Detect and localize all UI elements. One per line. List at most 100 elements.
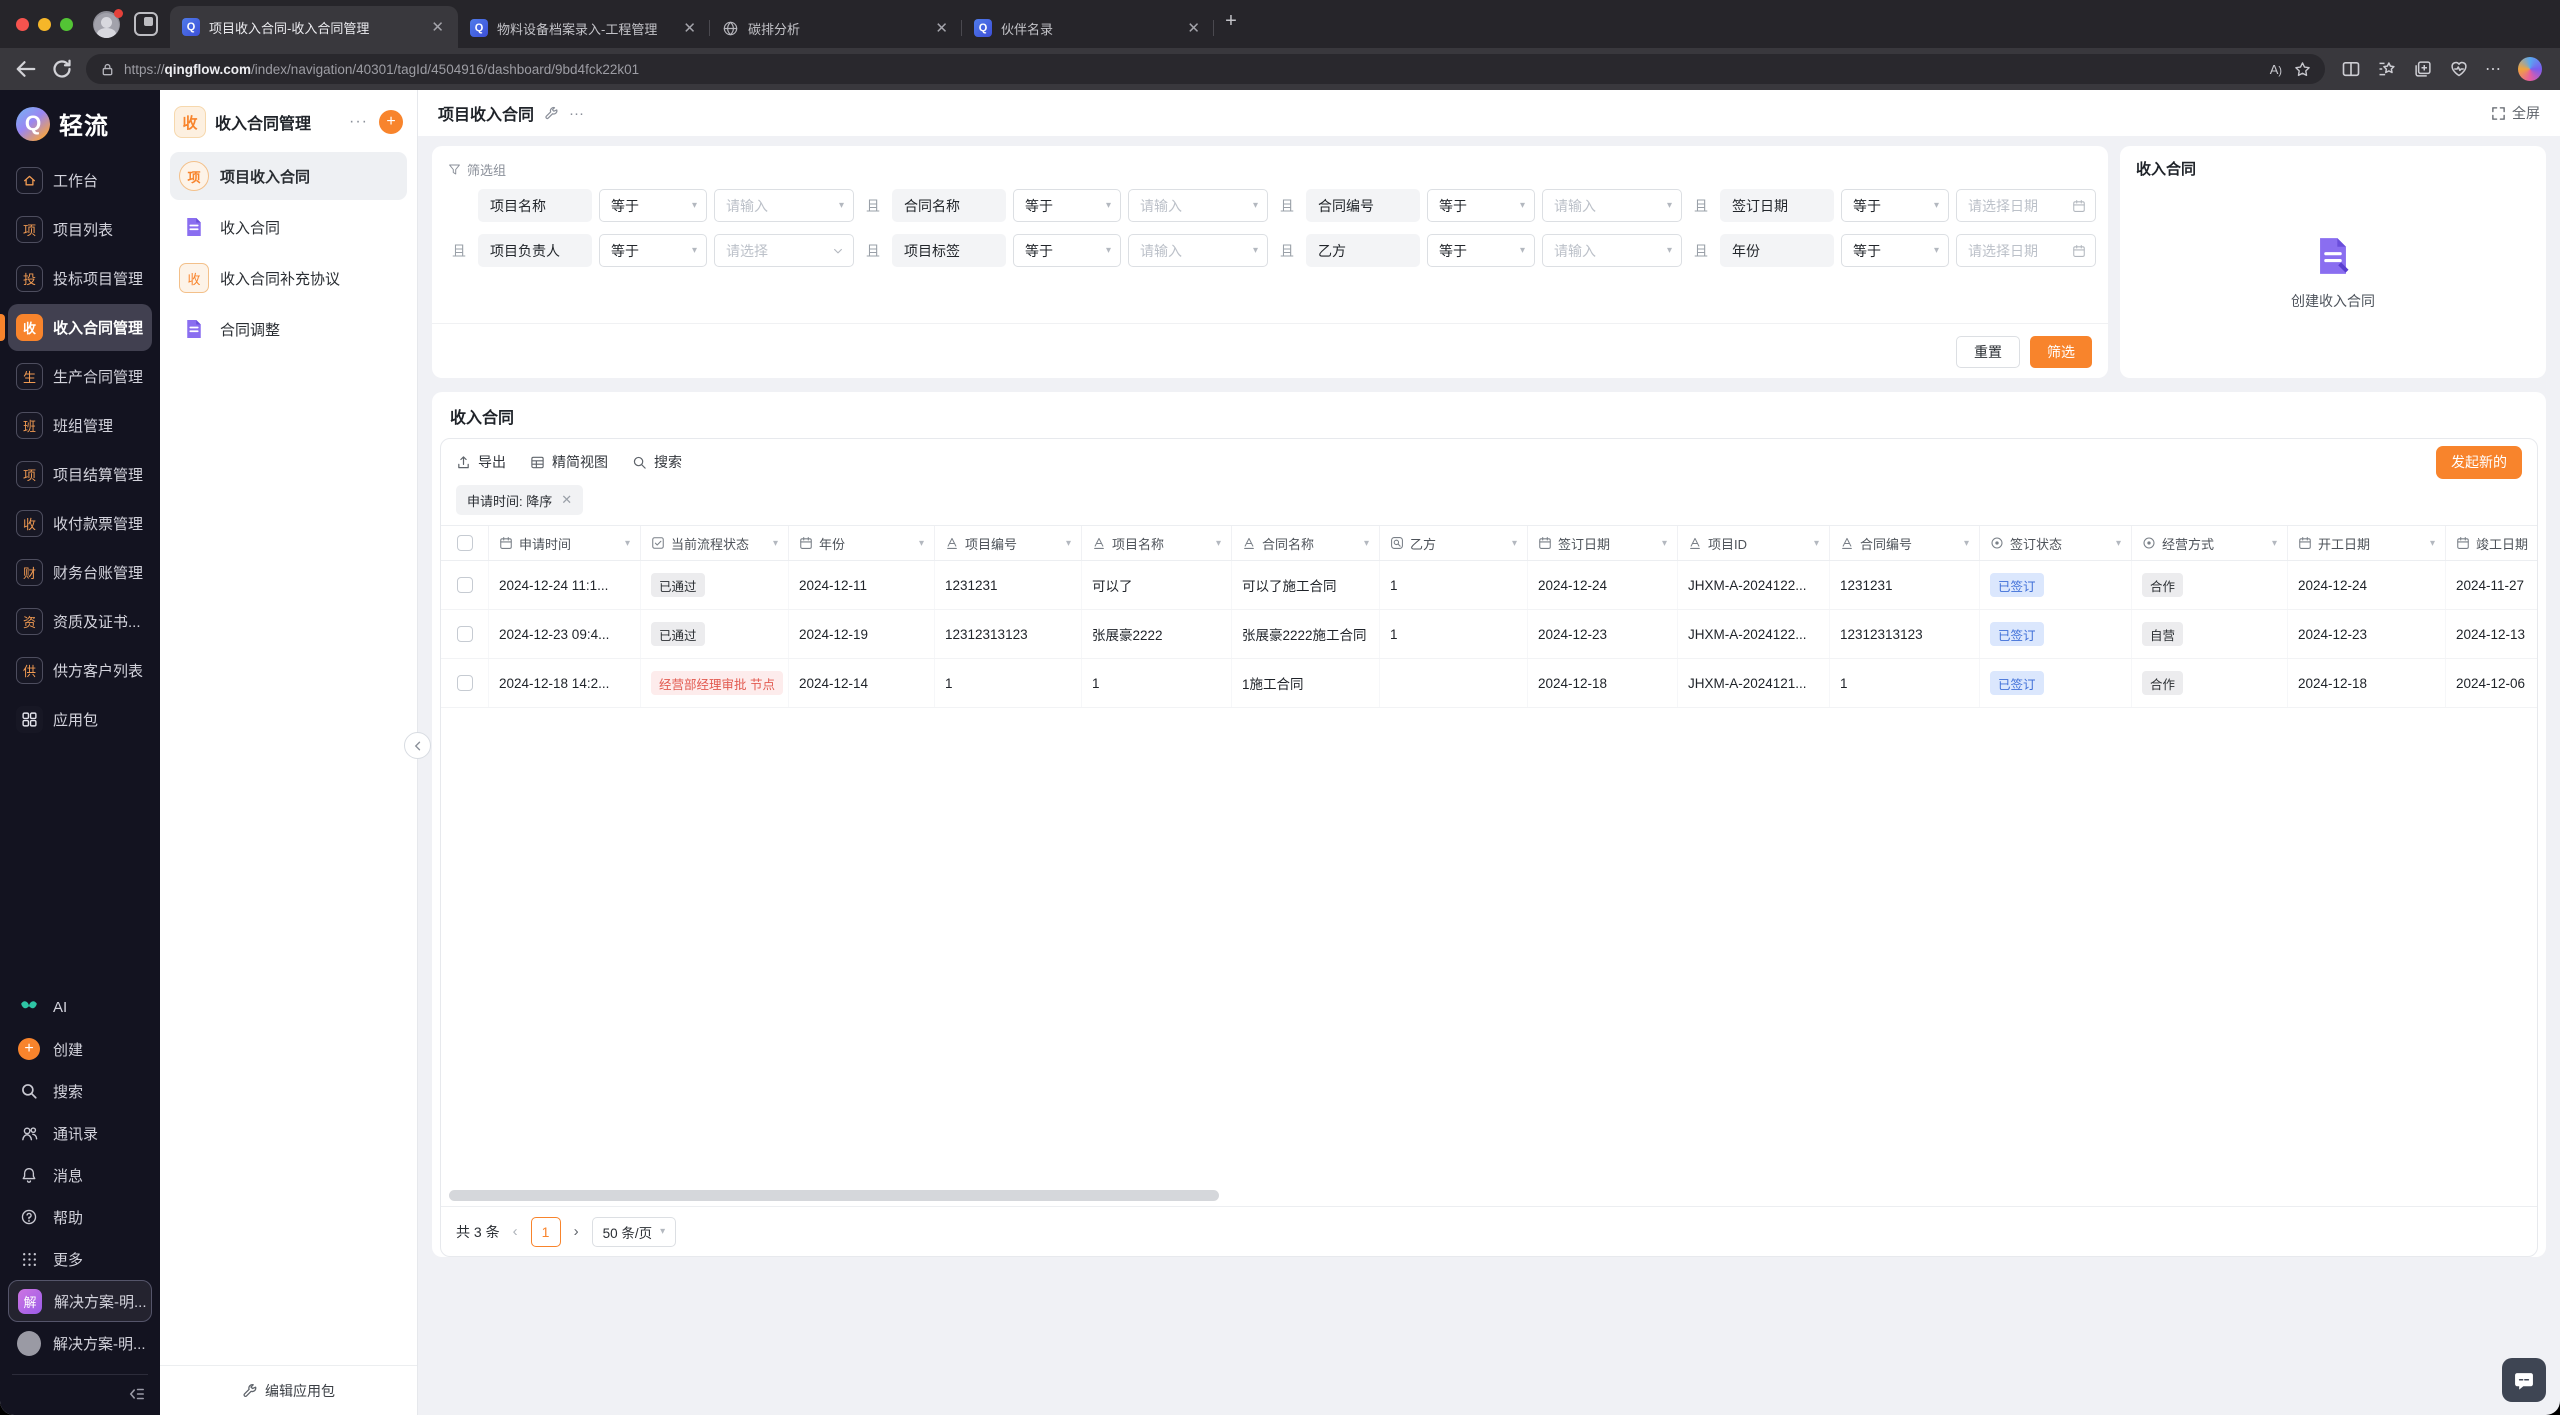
sidebar-footer-item-2[interactable]: 搜索 [8, 1070, 152, 1112]
browser-tab-2[interactable]: 碳排分析✕ [710, 8, 962, 48]
filter-operator-select[interactable]: 等于▾ [1013, 189, 1121, 222]
chat-widget-button[interactable] [2502, 1358, 2546, 1402]
column-header-13[interactable]: 竣工日期▾ [2446, 526, 2537, 560]
sidebar-item-2[interactable]: 投投标项目管理 [8, 255, 152, 302]
column-header-3[interactable]: 项目编号▾ [935, 526, 1082, 560]
filter-operator-select[interactable]: 等于▾ [599, 234, 707, 267]
tab-close-icon[interactable]: ✕ [1183, 19, 1204, 37]
browser-tab-3[interactable]: Q伙伴名录✕ [962, 8, 1214, 48]
sidebar-footer-item-0[interactable]: AI [8, 986, 152, 1028]
app-more-icon[interactable]: ··· [347, 113, 370, 131]
browser-tab-0[interactable]: Q项目收入合同-收入合同管理✕ [170, 6, 458, 48]
read-aloud-icon[interactable]: A) [2270, 62, 2282, 77]
filter-value-input[interactable]: 请输入▾ [1542, 189, 1682, 222]
collapse-subnav-button[interactable] [404, 732, 431, 759]
table-row-2[interactable]: 2024-12-18 14:2...经营部经理审批 节点2024-12-1411… [441, 659, 2537, 708]
browser-essentials-icon[interactable] [2449, 59, 2469, 79]
sidebar-footer-item-8[interactable]: 解决方案-明... [8, 1322, 152, 1364]
column-header-1[interactable]: 当前流程状态▾ [641, 526, 789, 560]
row-checkbox[interactable] [457, 626, 473, 642]
filter-operator-select[interactable]: 等于▾ [599, 189, 707, 222]
sidebar-item-10[interactable]: 供供方客户列表 [8, 647, 152, 694]
refresh-icon[interactable] [50, 57, 74, 81]
browser-tab-1[interactable]: Q物料设备档案录入-工程管理✕ [458, 8, 710, 48]
row-checkbox[interactable] [457, 577, 473, 593]
sidebar-item-5[interactable]: 班班组管理 [8, 402, 152, 449]
split-screen-icon[interactable] [2341, 59, 2361, 79]
fullscreen-button[interactable]: 全屏 [2491, 103, 2540, 123]
sidebar-item-11[interactable]: 应用包 [8, 696, 152, 743]
url-bar[interactable]: https://qingflow.com/index/navigation/40… [86, 54, 2325, 84]
subnav-item-2[interactable]: 收收入合同补充协议 [170, 254, 407, 302]
sidebar-item-8[interactable]: 财财务台账管理 [8, 549, 152, 596]
page-number[interactable]: 1 [531, 1217, 561, 1247]
filter-value-input[interactable]: 请输入▾ [1128, 189, 1268, 222]
column-header-11[interactable]: 经营方式▾ [2132, 526, 2288, 560]
zoom-window-button[interactable] [60, 18, 73, 31]
sidebar-item-9[interactable]: 资资质及证书... [8, 598, 152, 645]
sidebar-footer-item-3[interactable]: 通讯录 [8, 1112, 152, 1154]
new-tab-button[interactable]: + [1214, 0, 1248, 42]
column-header-10[interactable]: 签订状态▾ [1980, 526, 2132, 560]
qingflow-logo[interactable]: Q 轻流 [0, 90, 160, 153]
filter-operator-select[interactable]: 等于▾ [1841, 189, 1949, 222]
table-row-1[interactable]: 2024-12-23 09:4...已通过2024-12-19123123131… [441, 610, 2537, 659]
sidebar-item-0[interactable]: 工作台 [8, 157, 152, 204]
sidebar-item-4[interactable]: 生生产合同管理 [8, 353, 152, 400]
sidebar-footer-item-4[interactable]: 消息 [8, 1154, 152, 1196]
back-icon[interactable] [14, 57, 38, 81]
column-header-9[interactable]: 合同编号▾ [1830, 526, 1980, 560]
column-header-5[interactable]: 合同名称▾ [1232, 526, 1380, 560]
tab-close-icon[interactable]: ✕ [427, 18, 448, 36]
export-button[interactable]: 导出 [456, 452, 506, 472]
filter-operator-select[interactable]: 等于▾ [1013, 234, 1121, 267]
close-window-button[interactable] [16, 18, 29, 31]
copilot-icon[interactable] [2518, 57, 2542, 81]
column-header-6[interactable]: 乙方▾ [1380, 526, 1528, 560]
filter-operator-select[interactable]: 等于▾ [1841, 234, 1949, 267]
subnav-item-3[interactable]: 合同调整 [170, 305, 407, 353]
table-row-0[interactable]: 2024-12-24 11:1...已通过2024-12-111231231可以… [441, 561, 2537, 610]
column-header-8[interactable]: 项目ID▾ [1678, 526, 1830, 560]
horizontal-scrollbar[interactable] [449, 1190, 1219, 1201]
filter-value-input[interactable]: 请选择日期 [1956, 234, 2096, 267]
filter-value-input[interactable]: 请输入▾ [1128, 234, 1268, 267]
tab-close-icon[interactable]: ✕ [931, 19, 952, 37]
favorite-star-icon[interactable] [2294, 61, 2311, 78]
subnav-item-1[interactable]: 收入合同 [170, 203, 407, 251]
collapse-sidebar-button[interactable] [12, 1374, 148, 1415]
filter-value-input[interactable]: 请输入▾ [1542, 234, 1682, 267]
remove-sort-icon[interactable]: ✕ [561, 492, 572, 508]
edit-app-package-button[interactable]: 编辑应用包 [160, 1365, 417, 1415]
filter-operator-select[interactable]: 等于▾ [1427, 189, 1535, 222]
sidebar-item-1[interactable]: 项项目列表 [8, 206, 152, 253]
column-header-4[interactable]: 项目名称▾ [1082, 526, 1232, 560]
sidebar-footer-item-6[interactable]: 更多 [8, 1238, 152, 1280]
sidebar-item-3[interactable]: 收收入合同管理 [8, 304, 152, 351]
next-page-icon[interactable]: › [574, 1223, 579, 1240]
page-size-select[interactable]: 50 条/页▾ [592, 1217, 677, 1247]
search-button[interactable]: 搜索 [632, 452, 682, 472]
filter-value-input[interactable]: 请输入▾ [714, 189, 854, 222]
filter-value-input[interactable]: 请选择日期 [1956, 189, 2096, 222]
new-contract-button[interactable]: 发起新的 [2436, 446, 2522, 479]
apply-filter-button[interactable]: 筛选 [2030, 336, 2092, 368]
page-more-icon[interactable]: ··· [569, 105, 584, 122]
tab-actions-icon[interactable] [134, 12, 158, 36]
sidebar-item-6[interactable]: 项项目结算管理 [8, 451, 152, 498]
sidebar-item-7[interactable]: 收收付款票管理 [8, 500, 152, 547]
select-all-checkbox[interactable] [457, 535, 473, 551]
tab-close-icon[interactable]: ✕ [679, 19, 700, 37]
column-header-2[interactable]: 年份▾ [789, 526, 935, 560]
column-header-0[interactable]: 申请时间▾ [489, 526, 641, 560]
reset-button[interactable]: 重置 [1956, 336, 2020, 368]
browser-menu-icon[interactable]: ⋯ [2485, 59, 2502, 79]
row-checkbox[interactable] [457, 675, 473, 691]
column-header-12[interactable]: 开工日期▾ [2288, 526, 2446, 560]
sidebar-footer-item-7[interactable]: 解解决方案-明... [8, 1280, 152, 1322]
filter-operator-select[interactable]: 等于▾ [1427, 234, 1535, 267]
sidebar-footer-item-1[interactable]: +创建 [8, 1028, 152, 1070]
page-settings-icon[interactable] [544, 106, 559, 121]
browser-profile-avatar[interactable] [93, 11, 120, 38]
favorites-bar-icon[interactable] [2377, 59, 2397, 79]
